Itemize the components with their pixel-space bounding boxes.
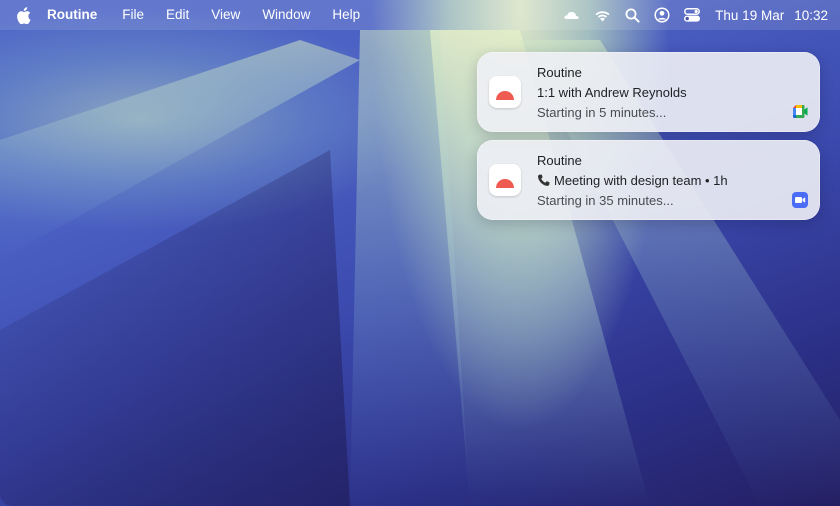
menu-edit[interactable]: Edit [155, 0, 200, 30]
notification-subtitle: Starting in 5 minutes... [537, 105, 667, 120]
menu-bar-date[interactable]: Thu 19 Mar [715, 8, 784, 23]
zoom-icon [792, 192, 808, 208]
notification-meeting-2[interactable]: Routine Meeting with design team • 1h St… [477, 140, 820, 220]
control-center-icon[interactable] [683, 6, 701, 24]
notification-app-name: Routine [537, 65, 582, 80]
wifi-icon[interactable] [593, 6, 611, 24]
notification-title: 1:1 with Andrew Reynolds [537, 85, 687, 100]
menu-window[interactable]: Window [251, 0, 321, 30]
search-icon[interactable] [623, 6, 641, 24]
routine-app-icon [489, 164, 521, 196]
menu-app-name[interactable]: Routine [47, 0, 111, 30]
google-meet-icon [792, 104, 808, 120]
menu-help[interactable]: Help [321, 0, 371, 30]
notification-subtitle: Starting in 35 minutes... [537, 193, 674, 208]
user-account-icon[interactable] [653, 6, 671, 24]
apple-menu-icon[interactable] [16, 6, 32, 24]
notification-meeting-1[interactable]: Routine 1:1 with Andrew Reynolds Startin… [477, 52, 820, 132]
menu-view[interactable]: View [200, 0, 251, 30]
notification-app-name: Routine [537, 153, 582, 168]
menu-file[interactable]: File [111, 0, 155, 30]
notification-title: Meeting with design team • 1h [537, 173, 728, 188]
menu-bar: Routine File Edit View Window Help Thu 1… [0, 0, 840, 30]
cloud-icon[interactable] [563, 6, 581, 24]
routine-app-icon [489, 76, 521, 108]
menu-bar-time[interactable]: 10:32 [794, 8, 828, 23]
phone-icon [537, 174, 550, 187]
